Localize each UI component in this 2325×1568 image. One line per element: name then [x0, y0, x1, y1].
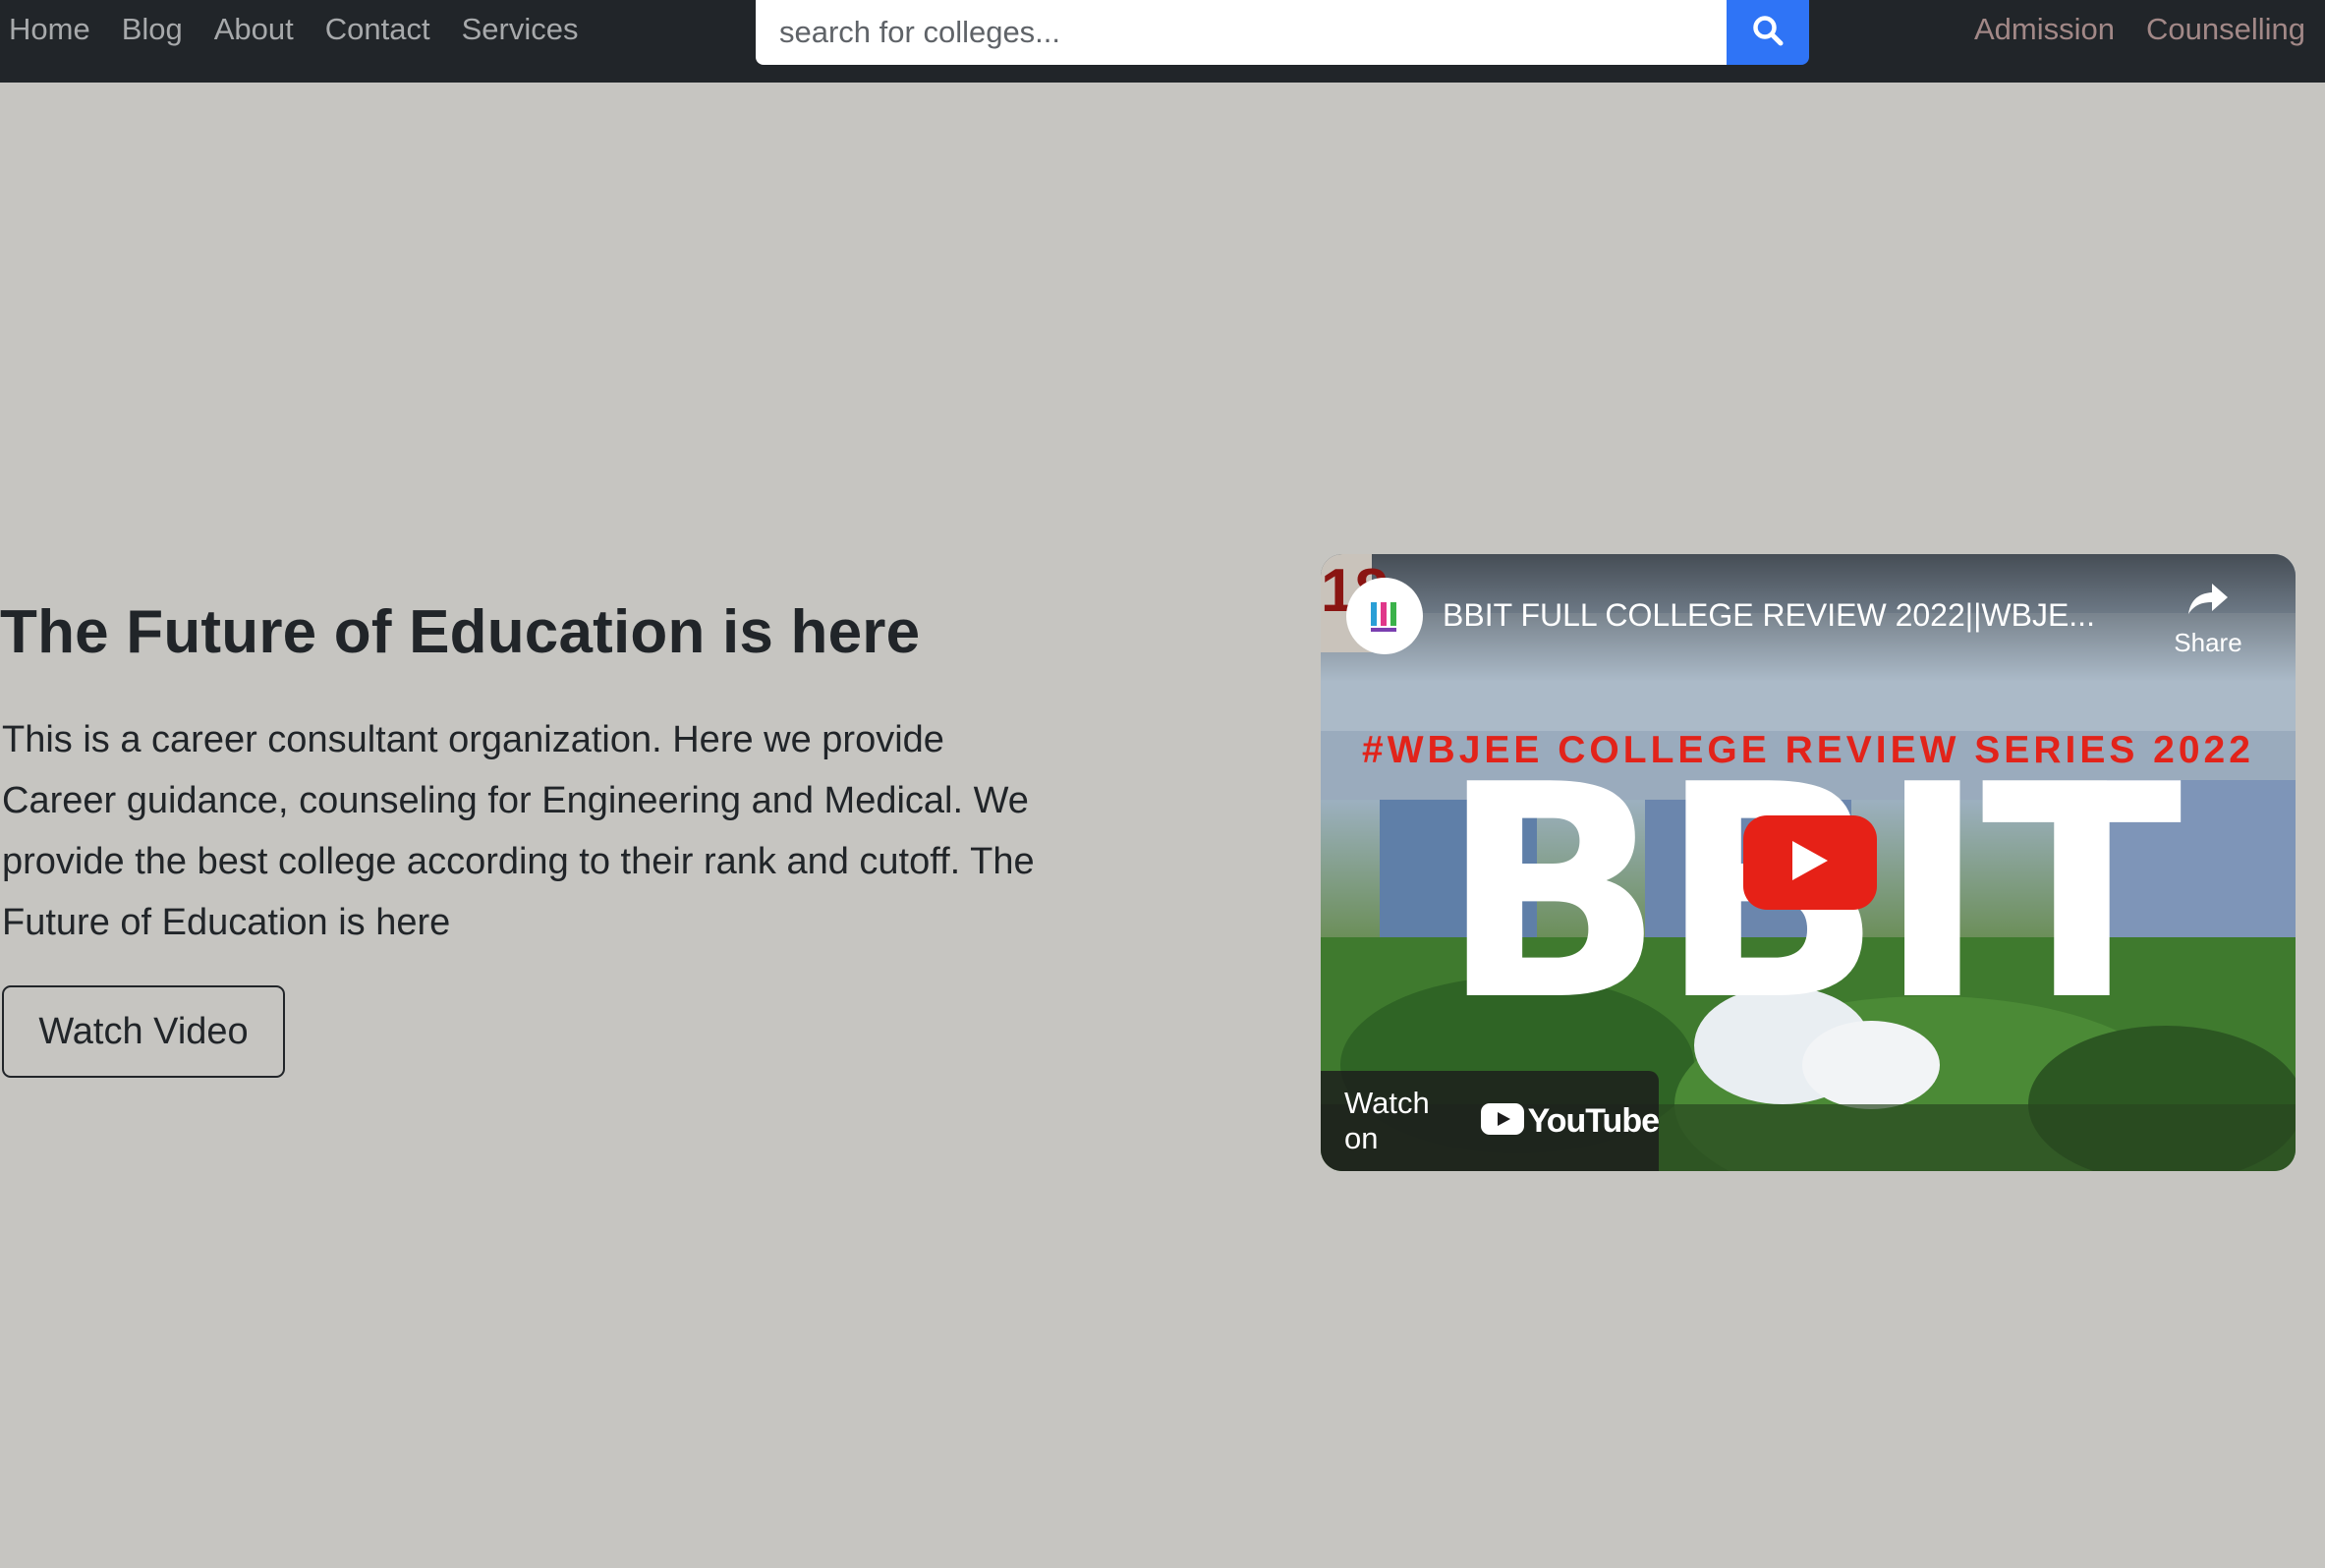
watch-on-youtube-button[interactable]: Watch on YouTube [1321, 1071, 1660, 1171]
search-icon [1751, 14, 1785, 52]
hero-description: This is a career consultant organization… [2, 719, 1035, 943]
nav-link-home[interactable]: Home [9, 12, 90, 47]
nav-left-links: Home Blog About Contact Services [0, 0, 600, 59]
search-button[interactable] [1727, 0, 1809, 65]
youtube-video-embed[interactable]: 18 BBIT FULL COLLEGE REVIEW 2022||WBJE..… [1321, 554, 2296, 1171]
nav-link-blog[interactable]: Blog [122, 12, 183, 47]
nav-right-links: Admission Counselling [1943, 0, 2325, 59]
channel-logo-icon [1371, 602, 1396, 632]
play-button[interactable] [1743, 815, 1877, 910]
share-button[interactable]: Share [2164, 582, 2252, 658]
youtube-play-icon [1480, 1102, 1524, 1140]
youtube-logo: YouTube [1480, 1101, 1660, 1141]
channel-avatar[interactable] [1346, 578, 1423, 654]
watch-video-button[interactable]: Watch Video [2, 985, 285, 1078]
nav-link-contact[interactable]: Contact [325, 12, 430, 47]
nav-link-about[interactable]: About [214, 12, 294, 47]
nav-link-counselling[interactable]: Counselling [2146, 12, 2305, 47]
share-arrow-icon [2186, 582, 2230, 622]
hero-title: The Future of Education is here [0, 598, 921, 666]
youtube-wordmark: YouTube [1527, 1101, 1660, 1140]
nav-link-admission[interactable]: Admission [1974, 12, 2115, 47]
watch-on-label: Watch on [1344, 1086, 1430, 1155]
video-title[interactable]: BBIT FULL COLLEGE REVIEW 2022||WBJE... [1443, 597, 2130, 634]
share-label: Share [2174, 628, 2242, 657]
search-bar [756, 0, 1809, 65]
play-icon [1790, 839, 1830, 887]
nav-link-services[interactable]: Services [462, 12, 579, 47]
top-navbar: Home Blog About Contact Services Admissi… [0, 0, 2325, 83]
search-input[interactable] [756, 0, 1727, 65]
